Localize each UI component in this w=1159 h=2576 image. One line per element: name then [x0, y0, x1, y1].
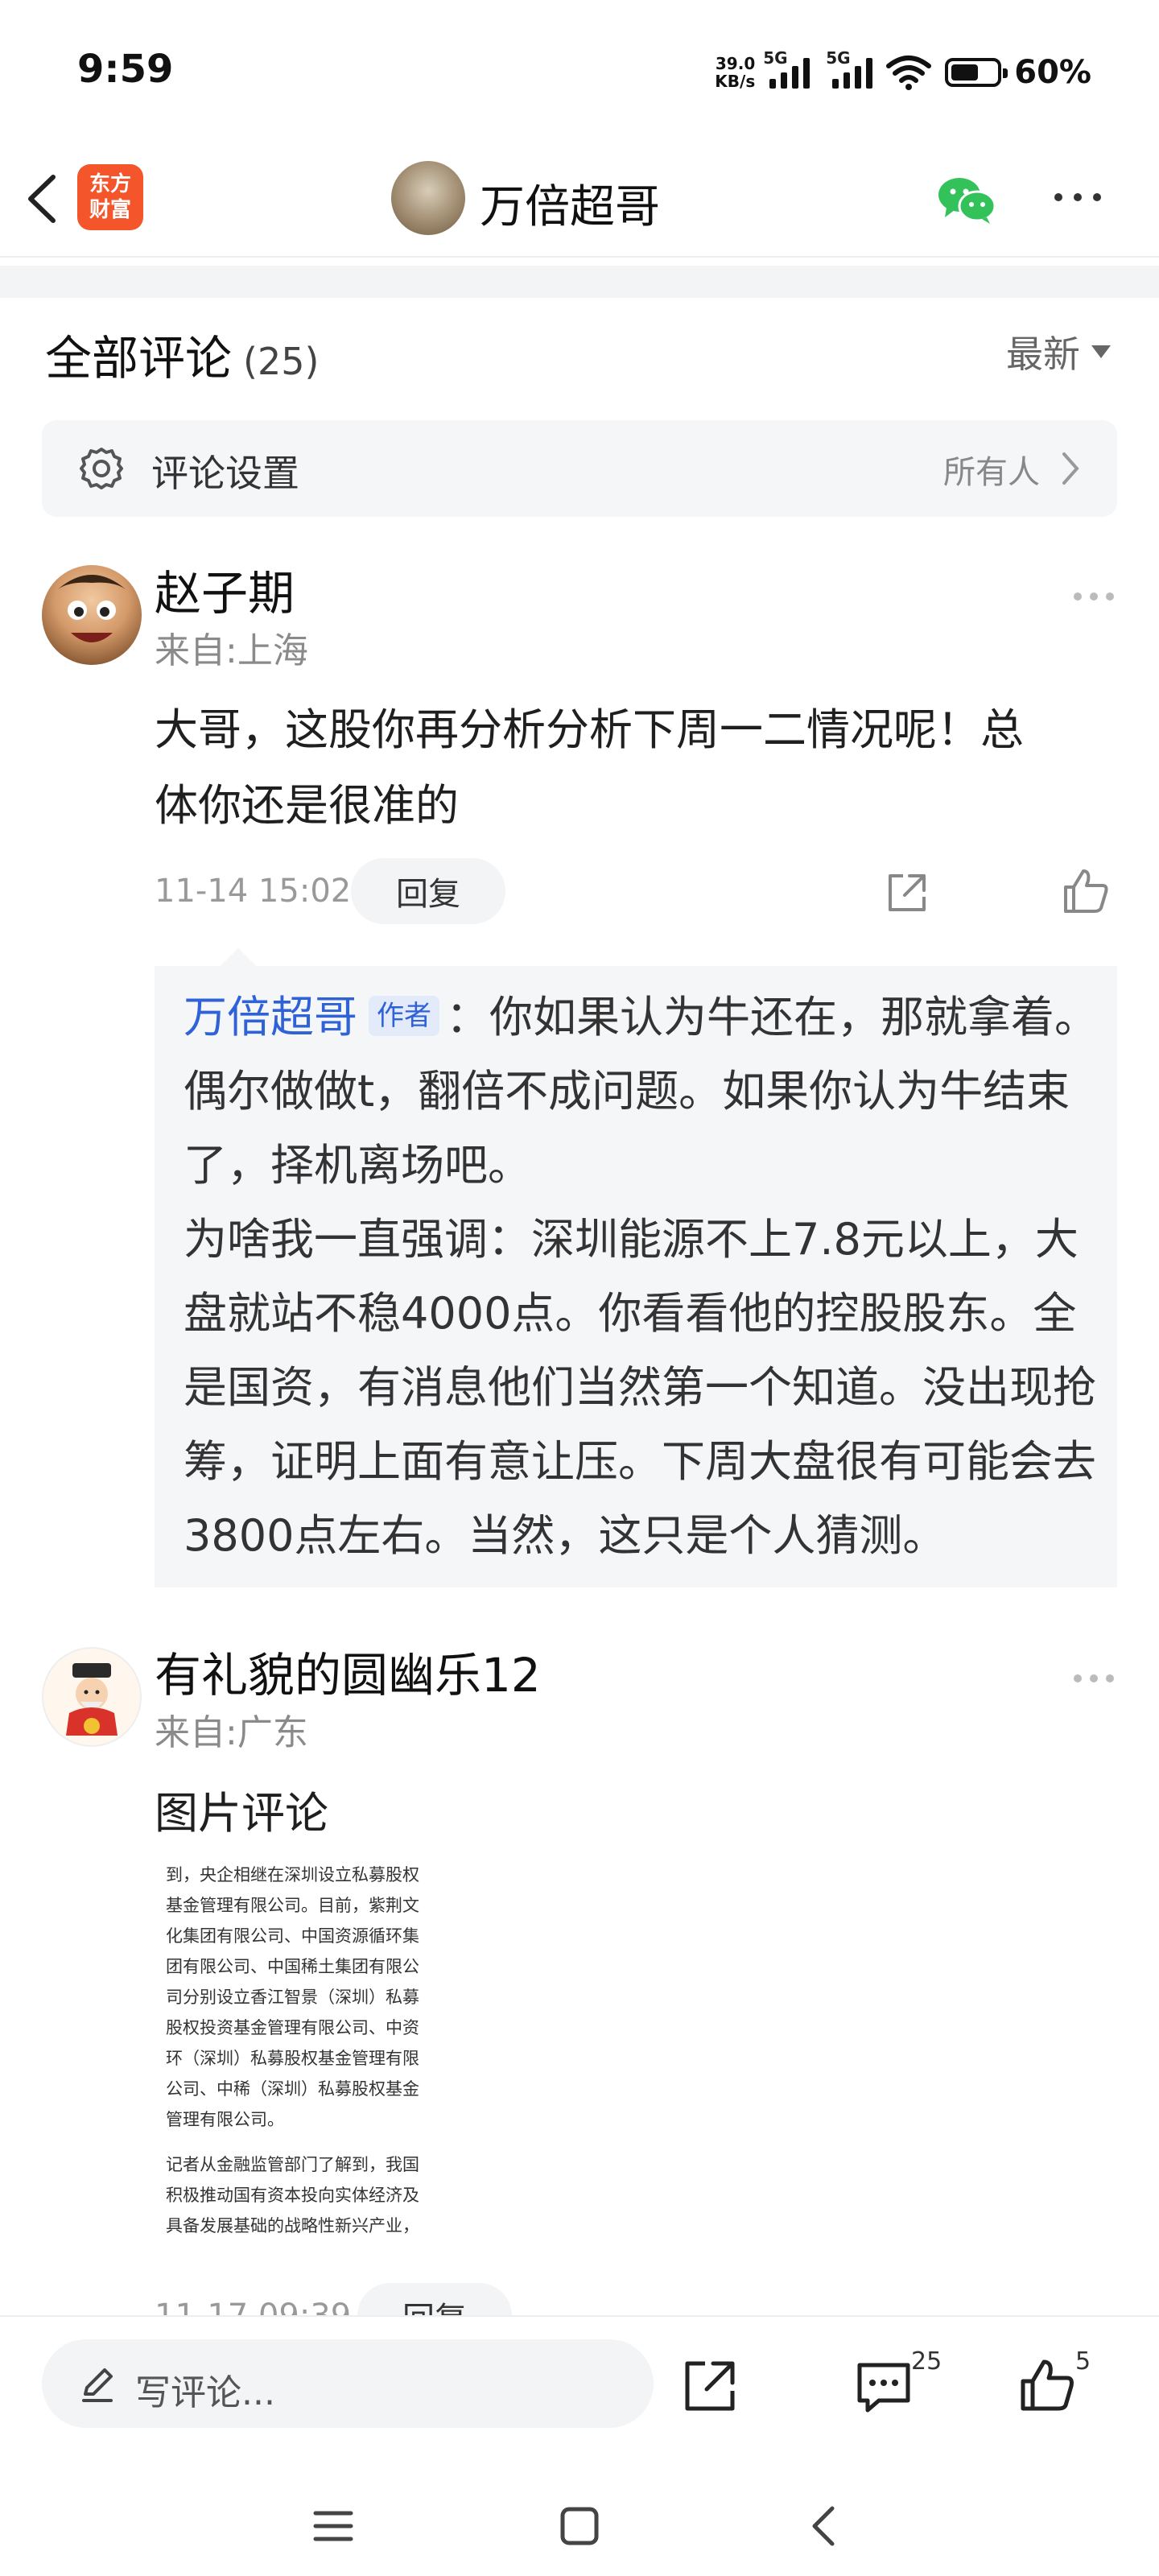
- top-nav-bar: 东方 财富 万倍超哥: [0, 145, 1159, 258]
- status-icons: 39.0 KB/s 5G 5G 60%: [715, 48, 1091, 97]
- comment-settings-row[interactable]: 评论设置 所有人: [42, 420, 1117, 517]
- back-arrow-icon[interactable]: [19, 171, 68, 227]
- signal-sim1-icon: 5G: [763, 48, 810, 89]
- image-text-paragraph: 记者从金融监管部门了解到，我国积极推动国有资本投向实体经济及具备发展基础的战略性…: [166, 2155, 419, 2235]
- fortune-god-avatar-icon: [66, 1663, 118, 1736]
- pen-icon: [82, 2368, 113, 2402]
- commenter-avatar[interactable]: [42, 565, 142, 665]
- comment-settings-label: 评论设置: [151, 452, 299, 495]
- menu-icon[interactable]: [311, 2507, 356, 2545]
- comment-text-line: 大哥，这股你再分析分析下周一二情况呢！总: [155, 704, 1024, 755]
- avatar-face-icon: [58, 575, 126, 642]
- reply-text-part2: 为啥我一直强调：深圳能源不上7.8元以上，大盘就站不稳4000点。你看看他的控股…: [184, 1214, 1096, 1561]
- app-logo-line2: 财富: [89, 198, 131, 222]
- like-icon[interactable]: [1062, 868, 1109, 914]
- comment-text[interactable]: 图片评论: [155, 1776, 328, 1852]
- commenter-avatar[interactable]: [42, 1647, 142, 1747]
- app-logo-line1: 东方: [89, 172, 131, 196]
- reply-button[interactable]: 回复: [351, 858, 505, 924]
- like-count-badge: 5: [1075, 2347, 1091, 2376]
- write-comment-input[interactable]: 写评论...: [42, 2339, 654, 2428]
- comments-header: 全部评论 (25): [45, 320, 319, 388]
- battery: 60%: [945, 54, 1091, 91]
- author-tag-badge: 作者: [369, 996, 439, 1037]
- commenter-name[interactable]: 有礼貌的圆幽乐12: [155, 1637, 541, 1705]
- author-reply-text: 万倍超哥 作者 ：你如果认为牛还在，那就拿着。偶尔做做t，翻倍不成问题。如果你认为牛…: [184, 980, 1098, 1573]
- share-icon[interactable]: [683, 2359, 737, 2413]
- commenter-location: 来自:广东: [155, 1712, 308, 1753]
- bottom-action-bar: 写评论... 25 5: [0, 2315, 1159, 2460]
- comment-time: 11-14 15:02: [155, 873, 352, 910]
- more-options-icon[interactable]: [1054, 193, 1101, 201]
- battery-fill: [951, 64, 978, 80]
- sim2-label: 5G: [826, 48, 851, 68]
- author-avatar[interactable]: [391, 161, 465, 235]
- network-speed: 39.0 KB/s: [715, 55, 755, 90]
- section-divider: [0, 266, 1159, 298]
- comment-settings-value: 所有人: [943, 454, 1040, 491]
- gear-icon: [80, 448, 123, 489]
- comments-title: 全部评论: [45, 331, 233, 386]
- wifi-icon: [886, 56, 932, 90]
- wechat-share-icon[interactable]: [937, 174, 998, 225]
- like-icon[interactable]: [1019, 2357, 1075, 2413]
- sim1-label: 5G: [763, 48, 788, 68]
- comment-text-line: 体你还是很准的: [155, 780, 459, 831]
- app-logo[interactable]: 东方 财富: [77, 164, 143, 230]
- system-nav-bar: [0, 2460, 1159, 2576]
- sort-label: 最新: [1006, 332, 1080, 376]
- home-icon[interactable]: [559, 2505, 600, 2547]
- signal-sim2-icon: 5G: [826, 48, 873, 89]
- sort-dropdown[interactable]: 最新: [1006, 325, 1111, 378]
- reply-author-name[interactable]: 万倍超哥: [184, 992, 357, 1042]
- battery-icon: [945, 58, 1008, 87]
- network-speed-unit: KB/s: [715, 72, 756, 91]
- comment-more-icon[interactable]: [1074, 1674, 1114, 1682]
- comment-text[interactable]: 大哥，这股你再分析分析下周一二情况呢！总 体你还是很准的: [155, 692, 1120, 844]
- network-speed-value: 39.0: [715, 54, 756, 73]
- write-comment-placeholder: 写评论...: [135, 2372, 275, 2413]
- share-icon[interactable]: [885, 871, 929, 914]
- comment-count-badge: 25: [911, 2347, 942, 2376]
- status-bar: 9:59 39.0 KB/s 5G 5G 60%: [0, 0, 1159, 145]
- page-title: 万倍超哥: [480, 181, 660, 233]
- comment-icon[interactable]: [855, 2360, 913, 2415]
- caret-down-icon: [1091, 345, 1111, 358]
- comments-count: (25): [243, 340, 320, 383]
- back-icon[interactable]: [806, 2504, 839, 2549]
- author-reply[interactable]: 万倍超哥 作者 ：你如果认为牛还在，那就拿着。偶尔做做t，翻倍不成问题。如果你认为牛…: [155, 948, 1117, 1587]
- chevron-right-icon: [1062, 452, 1079, 485]
- image-text-paragraph: 到，央企相继在深圳设立私募股权基金管理有限公司。目前，紫荆文化集团有限公司、中国…: [166, 1865, 419, 2129]
- battery-percent: 60%: [1014, 54, 1091, 91]
- status-time: 9:59: [77, 47, 174, 92]
- commenter-location: 来自:上海: [155, 630, 308, 671]
- comment-more-icon[interactable]: [1074, 592, 1114, 601]
- commenter-name[interactable]: 赵子期: [155, 555, 295, 623]
- comment-image[interactable]: 到，央企相继在深圳设立私募股权基金管理有限公司。目前，紫荆文化集团有限公司、中国…: [155, 1860, 444, 2278]
